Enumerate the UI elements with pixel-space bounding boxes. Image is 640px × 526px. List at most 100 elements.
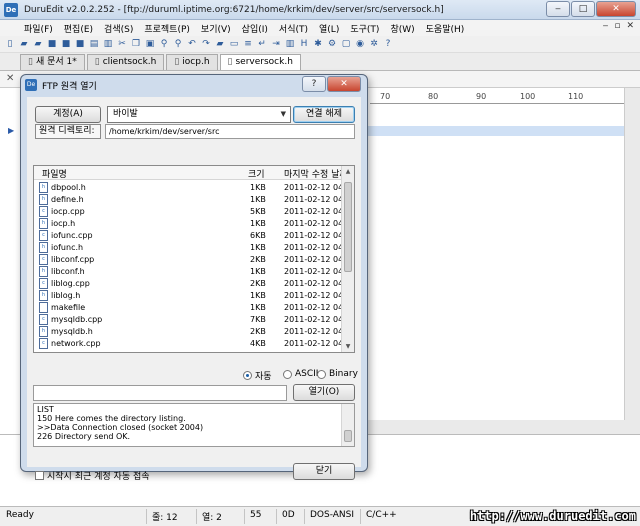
file-name: liblog.h [51,291,81,300]
mode-ascii-radio[interactable]: ASCII [283,369,318,379]
file-row[interactable]: c libconf.cpp 2KB 2011-02-12 04:23 [34,254,354,266]
column-header-name[interactable]: 파일명 [42,167,67,180]
help-icon[interactable]: ? [382,38,394,50]
menu-help[interactable]: 도움말(H) [426,22,465,35]
save-icon[interactable]: ■ [74,38,86,50]
scrollbar-thumb[interactable] [344,182,352,272]
cut-icon[interactable]: ✂ [116,38,128,50]
file-size: 1KB [250,183,266,192]
file-row[interactable]: c iofunc.cpp 6KB 2011-02-12 04:23 [34,230,354,242]
save-icon[interactable]: ■ [46,38,58,50]
file-row[interactable]: h libconf.h 1KB 2011-02-12 04:23 [34,266,354,278]
file-row[interactable]: c iocp.cpp 5KB 2011-02-12 04:23 [34,206,354,218]
menu-insert[interactable]: 삽입(I) [242,22,268,35]
file-row[interactable]: h liblog.h 1KB 2011-02-12 04:23 [34,290,354,302]
word-wrap-icon[interactable]: ↵ [256,38,268,50]
close-icon[interactable]: ✕ [6,73,14,84]
menu-window[interactable]: 창(W) [390,22,414,35]
log-scrollbar[interactable] [341,404,354,446]
tab-serversock-h[interactable]: ▯ serversock.h [219,54,301,70]
globe-icon[interactable]: ◉ [354,38,366,50]
print-icon[interactable]: ▥ [102,38,114,50]
ftp-log: LIST 150 Here comes the directory listin… [33,403,355,447]
tab-clientsock-h[interactable]: ▯ clientsock.h [86,54,165,70]
menu-format[interactable]: 서식(T) [279,22,308,35]
bug-icon[interactable]: ✲ [368,38,380,50]
duruedit-app-icon: De [25,79,37,91]
menu-tools[interactable]: 도구(T) [350,22,379,35]
maximize-button[interactable]: □ [571,1,595,17]
watermark-url: http://www.duruedit.com [469,509,636,523]
paste-icon[interactable]: ▣ [144,38,156,50]
file-icon: h [39,182,48,193]
editor-horizontal-scrollbar[interactable] [360,420,640,434]
mdi-minimize-button[interactable]: ‒ [603,21,609,31]
indent-icon[interactable]: ⇥ [270,38,282,50]
file-row[interactable]: h iocp.h 1KB 2011-02-12 04:23 [34,218,354,230]
minimize-button[interactable]: ‒ [546,1,570,17]
tab-new-document[interactable]: ▯ 새 문서 1* [20,54,85,70]
print-preview-icon[interactable]: ▤ [88,38,100,50]
undo-icon[interactable]: ↶ [186,38,198,50]
box-icon[interactable]: ▭ [228,38,240,50]
mode-ascii-label: ASCII [295,369,319,379]
open-folder-icon[interactable]: ▰ [32,38,44,50]
file-row[interactable]: c network.cpp 4KB 2011-02-12 04:23 [34,338,354,350]
mdi-restore-button[interactable]: ▫ [614,21,620,31]
find-replace-icon[interactable]: ⚲ [172,38,184,50]
column-header-size[interactable]: 크기 [248,167,265,180]
menu-edit[interactable]: 편집(E) [64,22,93,35]
menu-column[interactable]: 열(L) [319,22,339,35]
disconnect-button[interactable]: 연결 해제 [293,106,355,123]
remote-file-list[interactable]: 파일명 크기 마지막 수정 날짜 h dbpool.h 1KB 2011-02-12 … [33,165,355,353]
mdi-close-button[interactable]: ✕ [626,21,634,31]
close-window-button[interactable]: ✕ [596,1,636,17]
file-row[interactable]: makefile 1KB 2011-02-12 04:23 [34,302,354,314]
open-button[interactable]: 열기(O) [293,384,355,401]
remote-directory-input[interactable]: /home/krkim/dev/server/src [105,124,355,139]
scroll-down-icon[interactable]: ▼ [342,343,354,350]
log-line: 150 Here comes the directory listing. [37,414,186,423]
hex-icon[interactable]: H [298,38,310,50]
save-all-icon[interactable]: ■ [60,38,72,50]
settings-icon[interactable]: ⚙ [326,38,338,50]
filename-input[interactable] [33,385,287,401]
document-icon: ▯ [174,57,180,67]
dialog-help-button[interactable]: ? [302,76,326,92]
menu-search[interactable]: 검색(S) [104,22,133,35]
mode-binary-radio[interactable]: Binary [317,369,358,379]
file-list-scrollbar[interactable]: ▲ ▼ [341,166,354,352]
find-icon[interactable]: ⚲ [158,38,170,50]
redo-icon[interactable]: ↷ [200,38,212,50]
file-row[interactable]: h dbpool.h 1KB 2011-02-12 04:23 [34,182,354,194]
column-icon[interactable]: ▥ [284,38,296,50]
monitor-icon[interactable]: ▢ [340,38,352,50]
file-row[interactable]: c mysqldb.cpp 7KB 2011-02-12 04:23 [34,314,354,326]
status-column: 열: 2 [202,513,222,523]
dialog-close-button[interactable]: ✕ [327,76,361,92]
folder-icon[interactable]: ▰ [214,38,226,50]
file-row[interactable]: h mysqldb.h 2KB 2011-02-12 04:23 [34,326,354,338]
open-folder-icon[interactable]: ▰ [18,38,30,50]
file-row[interactable]: h define.h 1KB 2011-02-12 04:23 [34,194,354,206]
list-icon[interactable]: ≡ [242,38,254,50]
column-header-modified[interactable]: 마지막 수정 날짜 [284,167,348,180]
status-line: 줄: 12 [152,513,178,523]
editor-vertical-scrollbar[interactable] [624,88,640,420]
scrollbar-thumb[interactable] [344,430,352,442]
copy-icon[interactable]: ❐ [130,38,142,50]
account-select[interactable]: 바이발 ▼ [107,106,291,123]
auto-connect-checkbox[interactable]: 시작시 최근 계정 자동 접속 [35,469,150,482]
file-row[interactable]: h iofunc.h 1KB 2011-02-12 04:23 [34,242,354,254]
menu-file[interactable]: 파일(F) [24,22,53,35]
menu-project[interactable]: 프로젝트(P) [144,22,190,35]
account-button[interactable]: 계정(A) [35,106,101,123]
scroll-up-icon[interactable]: ▲ [342,168,354,175]
new-file-icon[interactable]: ▯ [4,38,16,50]
file-row[interactable]: c liblog.cpp 2KB 2011-02-12 04:23 [34,278,354,290]
tools-icon[interactable]: ✱ [312,38,324,50]
mode-auto-radio[interactable]: 자동 [243,369,272,382]
dialog-close-action-button[interactable]: 닫기 [293,463,355,480]
tab-iocp-h[interactable]: ▯ iocp.h [166,54,218,70]
menu-view[interactable]: 보기(V) [201,22,231,35]
